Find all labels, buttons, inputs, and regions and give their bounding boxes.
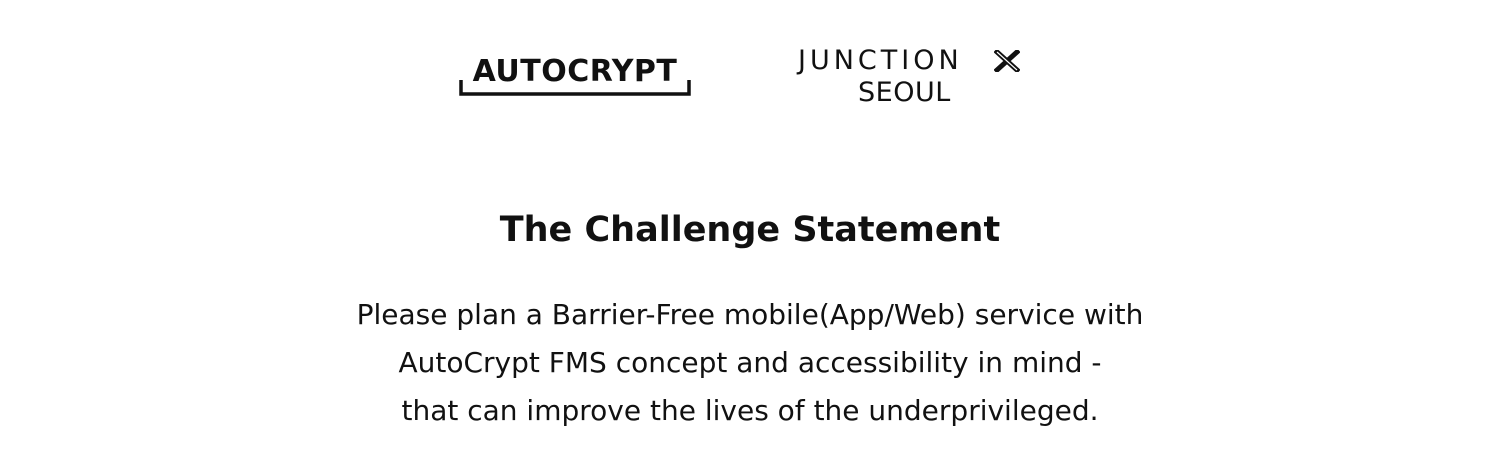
statement-line: Please plan a Barrier-Free mobile(App/We… [356, 298, 1144, 331]
page-title: The Challenge Statement [499, 210, 1001, 250]
sponsor-logos: AUTOCRYPT JUNCTION SEOUL [0, 0, 1500, 140]
junction-wordmark: JUNCTION [798, 45, 963, 76]
autocrypt-bracket-underline [459, 80, 691, 96]
seoul-wordmark: SEOUL [858, 77, 951, 108]
x-mark-icon [993, 48, 1021, 77]
statement-line: that can improve the lives of the underp… [401, 394, 1099, 427]
challenge-statement: Please plan a Barrier-Free mobile(App/We… [0, 291, 1500, 435]
autocrypt-logo: AUTOCRYPT [459, 54, 691, 98]
statement-line: AutoCrypt FMS concept and accessibility … [398, 346, 1102, 379]
junction-seoul-logo: JUNCTION SEOUL [798, 44, 1026, 110]
